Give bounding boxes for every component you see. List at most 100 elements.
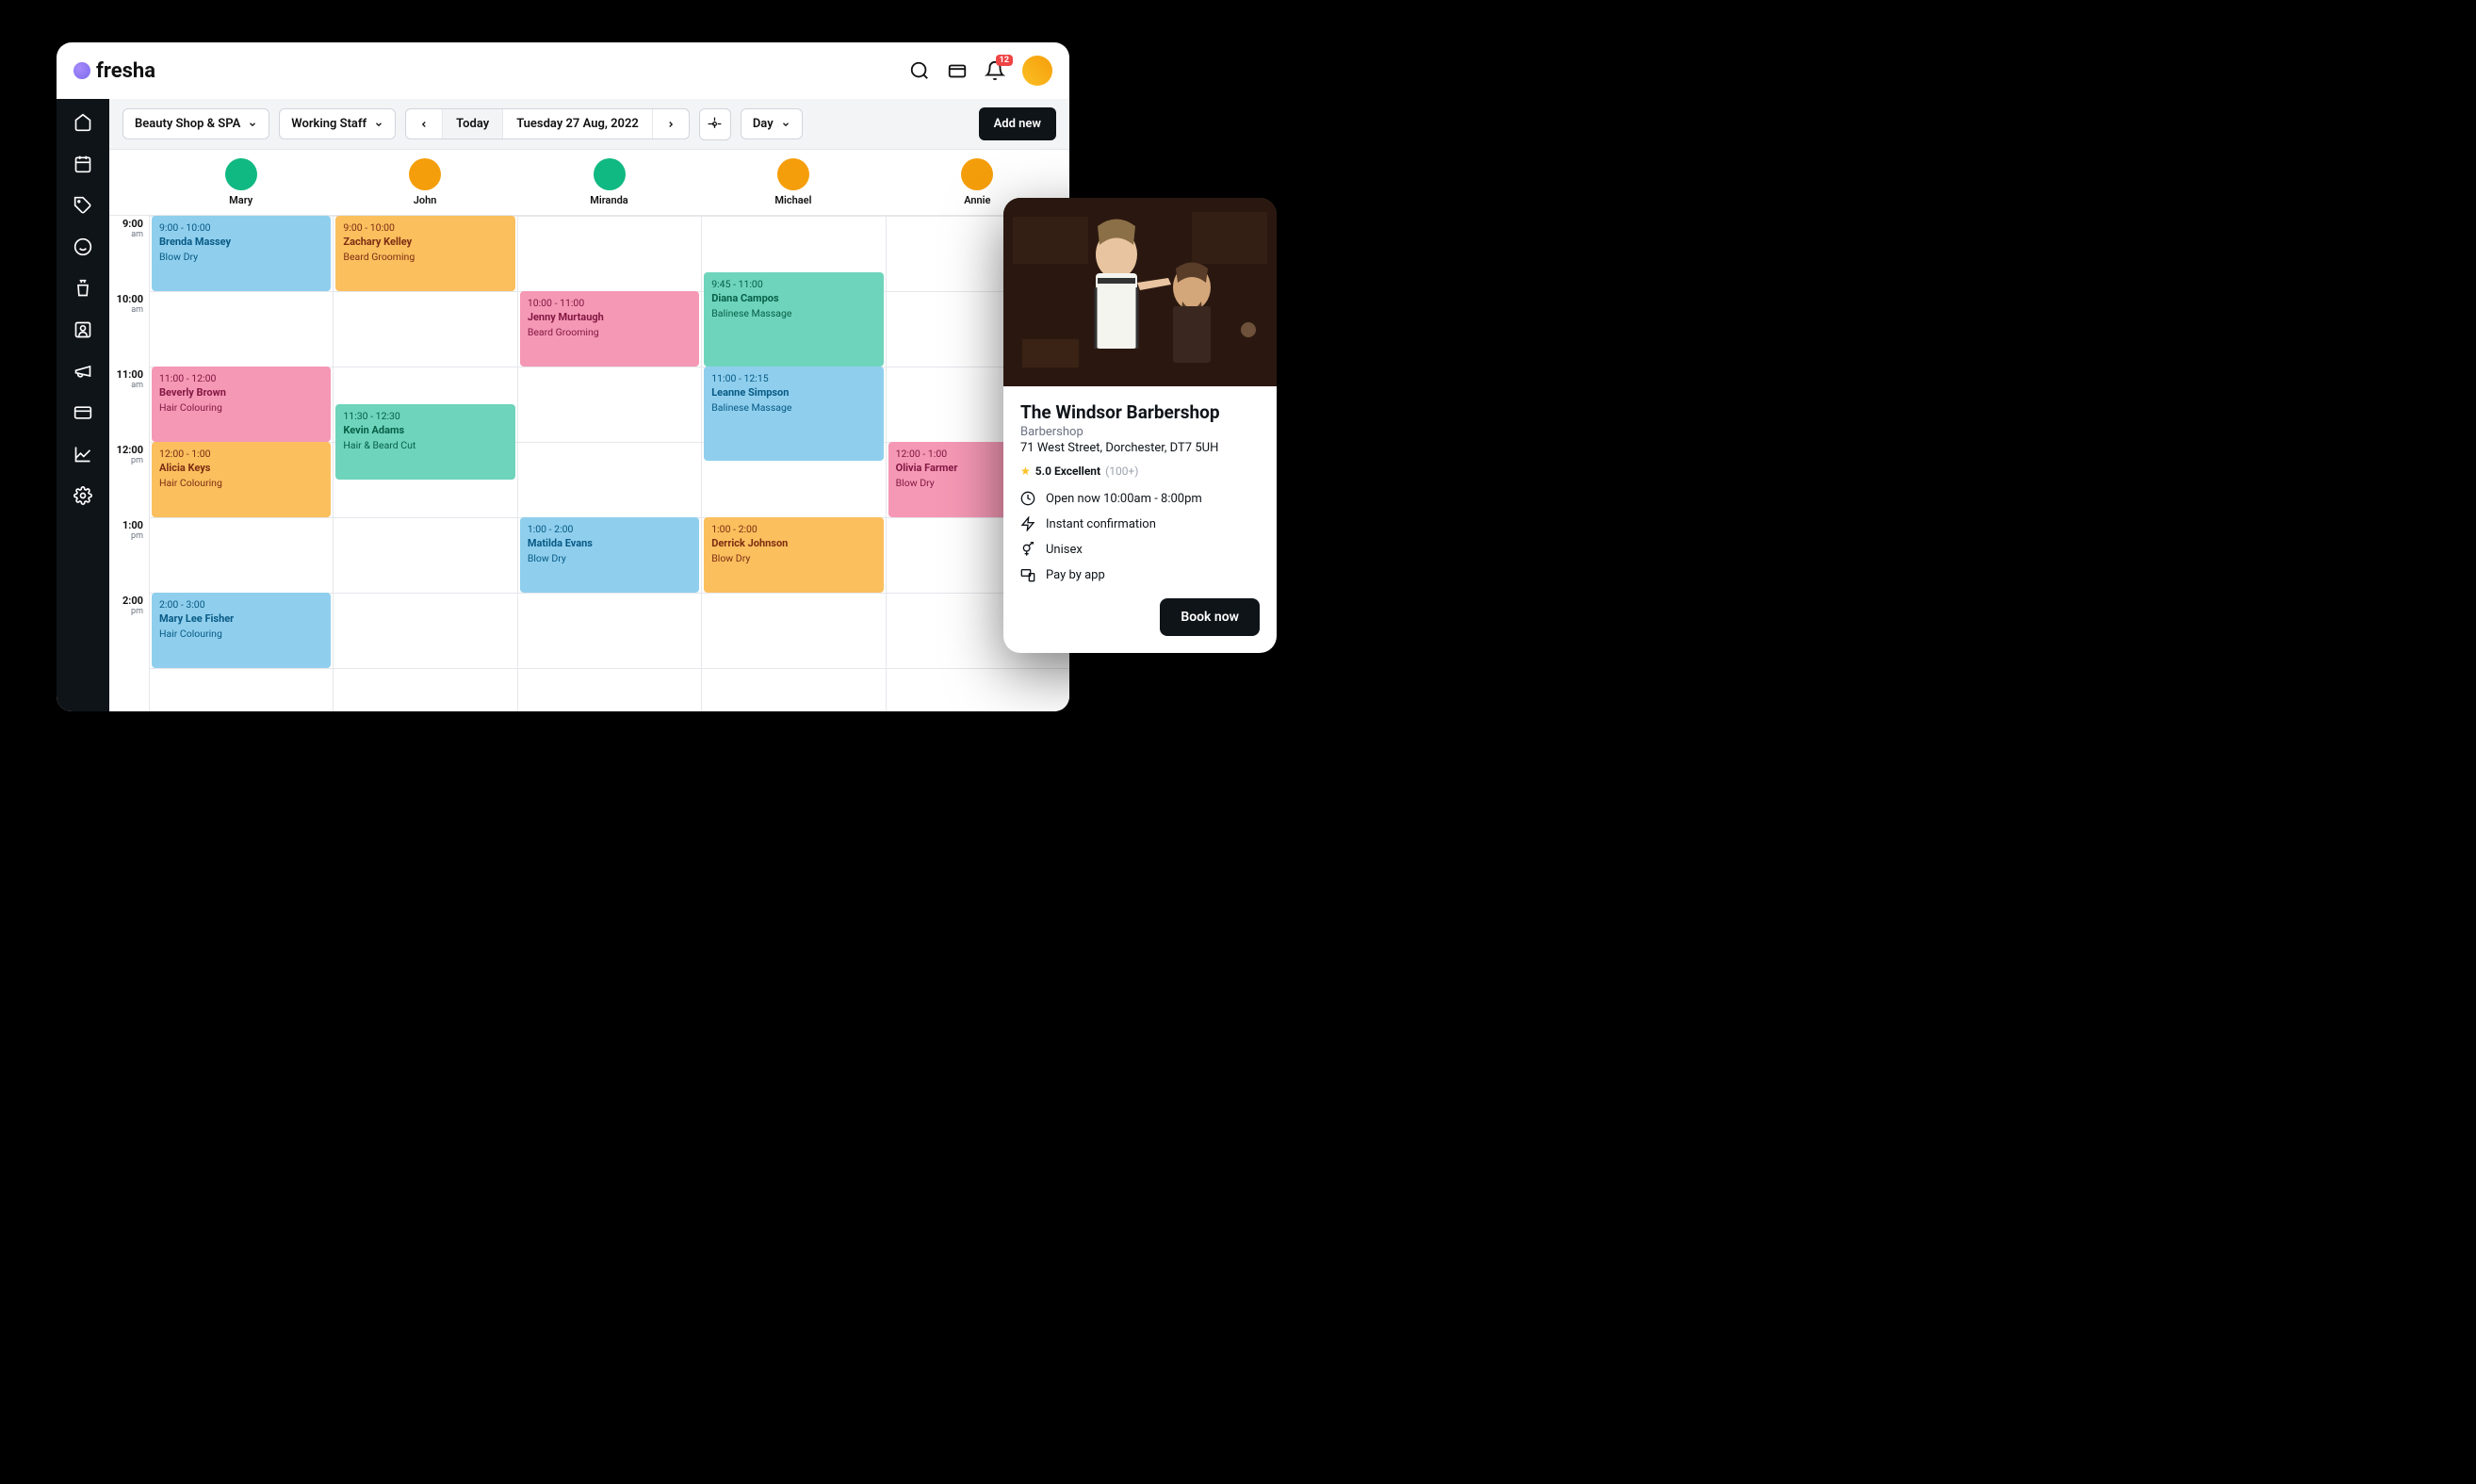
staff-name-label: Miranda: [590, 194, 627, 206]
user-icon[interactable]: [73, 319, 93, 340]
staff-header[interactable]: John: [333, 150, 516, 215]
chevron-right-icon: [666, 120, 676, 129]
megaphone-icon[interactable]: [73, 361, 93, 382]
event-service: Blow Dry: [711, 552, 875, 565]
staff-avatar: [594, 158, 626, 190]
time-label: 2:00pm: [109, 593, 149, 668]
appointment-event[interactable]: 12:00 - 1:00Alicia KeysHair Colouring: [152, 442, 331, 517]
event-client: Beverly Brown: [159, 386, 323, 400]
staff-name-label: John: [414, 194, 437, 206]
chevron-down-icon: [781, 120, 790, 129]
staff-avatar: [777, 158, 809, 190]
chevron-down-icon: [248, 120, 257, 129]
gender-icon: [1020, 542, 1035, 557]
event-client: Jenny Murtaugh: [528, 311, 692, 325]
next-day-button[interactable]: [653, 109, 689, 139]
listing-address: 71 West Street, Dorchester, DT7 5UH: [1020, 441, 1260, 455]
time-label: 11:00am: [109, 367, 149, 442]
staff-header[interactable]: Miranda: [517, 150, 701, 215]
add-new-button[interactable]: Add new: [979, 107, 1056, 140]
location-dropdown[interactable]: Beauty Shop & SPA: [122, 108, 269, 139]
wallet-icon[interactable]: [947, 60, 968, 81]
rating-text: 5.0 Excellent: [1035, 465, 1100, 478]
settings-icon[interactable]: [73, 485, 93, 506]
appointment-event[interactable]: 10:00 - 11:00Jenny MurtaughBeard Groomin…: [520, 291, 699, 367]
event-client: Leanne Simpson: [711, 386, 875, 400]
appointment-event[interactable]: 2:00 - 3:00Mary Lee FisherHair Colouring: [152, 593, 331, 668]
staff-column: 9:00 - 10:00Zachary KelleyBeard Grooming…: [333, 216, 516, 711]
staff-name-label: Michael: [774, 194, 811, 206]
logo[interactable]: fresha: [73, 59, 155, 83]
logo-icon: [73, 62, 90, 79]
event-time: 1:00 - 2:00: [711, 523, 875, 536]
event-time: 11:30 - 12:30: [343, 410, 507, 423]
event-time: 2:00 - 3:00: [159, 598, 323, 612]
brand-name: fresha: [96, 59, 155, 83]
event-service: Balinese Massage: [711, 307, 875, 320]
appointment-event[interactable]: 1:00 - 2:00Matilda EvansBlow Dry: [520, 517, 699, 593]
staff-avatar: [961, 158, 993, 190]
chart-icon[interactable]: [73, 444, 93, 465]
calendar-settings-button[interactable]: [699, 108, 731, 140]
tag-icon[interactable]: [73, 195, 93, 216]
notif-badge: 12: [996, 55, 1013, 66]
time-label: 10:00am: [109, 291, 149, 367]
date-display[interactable]: Tuesday 27 Aug, 2022: [503, 109, 653, 139]
appointment-event[interactable]: 11:00 - 12:00Beverly BrownHair Colouring: [152, 367, 331, 442]
today-button[interactable]: Today: [443, 109, 503, 139]
search-icon[interactable]: [909, 60, 930, 81]
event-service: Hair & Beard Cut: [343, 439, 507, 452]
view-dropdown[interactable]: Day: [741, 108, 803, 139]
appointment-event[interactable]: 9:00 - 10:00Brenda MasseyBlow Dry: [152, 216, 331, 291]
staff-column: 9:45 - 11:00Diana CamposBalinese Massage…: [701, 216, 885, 711]
time-column: 9:00am10:00am11:00am12:00pm1:00pm2:00pm: [109, 216, 149, 711]
staff-column: 9:00 - 10:00Brenda MasseyBlow Dry 11:00 -…: [149, 216, 333, 711]
product-icon[interactable]: [73, 278, 93, 299]
rating-count: (100+): [1105, 465, 1138, 478]
rating-row: ★ 5.0 Excellent (100+): [1020, 465, 1260, 478]
sidebar: [57, 99, 109, 711]
app-window: fresha 12 Beauty Shop & SPA: [57, 42, 1069, 711]
event-time: 11:00 - 12:00: [159, 372, 323, 385]
home-icon[interactable]: [73, 112, 93, 133]
time-label: 9:00am: [109, 216, 149, 291]
listing-card[interactable]: The Windsor Barbershop Barbershop 71 Wes…: [1003, 198, 1277, 653]
notifications-icon[interactable]: 12: [985, 60, 1005, 81]
staff-column: 10:00 - 11:00Jenny MurtaughBeard Groomin…: [517, 216, 701, 711]
user-avatar[interactable]: [1022, 56, 1052, 86]
event-client: Derrick Johnson: [711, 537, 875, 551]
toolbar: Beauty Shop & SPA Working Staff Today Tu…: [109, 99, 1069, 150]
appointment-event[interactable]: 9:00 - 10:00Zachary KelleyBeard Grooming: [335, 216, 514, 291]
event-client: Diana Campos: [711, 292, 875, 306]
confirm-row: Instant confirmation: [1020, 516, 1260, 531]
staff-header[interactable]: Mary: [149, 150, 333, 215]
staff-avatar: [225, 158, 257, 190]
event-service: Beard Grooming: [343, 251, 507, 264]
appointment-event[interactable]: 11:30 - 12:30Kevin AdamsHair & Beard Cut: [335, 404, 514, 480]
calendar-icon[interactable]: [73, 154, 93, 174]
hours-row: Open now 10:00am - 8:00pm: [1020, 491, 1260, 506]
event-service: Balinese Massage: [711, 401, 875, 415]
card-icon[interactable]: [73, 402, 93, 423]
event-time: 1:00 - 2:00: [528, 523, 692, 536]
top-icons: 12: [909, 56, 1052, 86]
event-client: Kevin Adams: [343, 424, 507, 438]
staff-dropdown[interactable]: Working Staff: [279, 108, 396, 139]
appointment-event[interactable]: 11:00 - 12:15Leanne SimpsonBalinese Mass…: [704, 367, 883, 461]
event-service: Hair Colouring: [159, 628, 323, 641]
staff-header[interactable]: Michael: [701, 150, 885, 215]
event-service: Beard Grooming: [528, 326, 692, 339]
prev-day-button[interactable]: [406, 109, 443, 139]
staff-avatar: [409, 158, 441, 190]
book-now-button[interactable]: Book now: [1160, 598, 1260, 636]
time-label: 12:00pm: [109, 442, 149, 517]
event-service: Blow Dry: [159, 251, 323, 264]
event-time: 9:45 - 11:00: [711, 278, 875, 291]
chevron-down-icon: [374, 120, 383, 129]
appointment-event[interactable]: 9:45 - 11:00Diana CamposBalinese Massage: [704, 272, 883, 367]
top-bar: fresha 12: [57, 42, 1069, 99]
event-service: Hair Colouring: [159, 477, 323, 490]
smile-icon[interactable]: [73, 236, 93, 257]
event-time: 10:00 - 11:00: [528, 297, 692, 310]
appointment-event[interactable]: 1:00 - 2:00Derrick JohnsonBlow Dry: [704, 517, 883, 593]
